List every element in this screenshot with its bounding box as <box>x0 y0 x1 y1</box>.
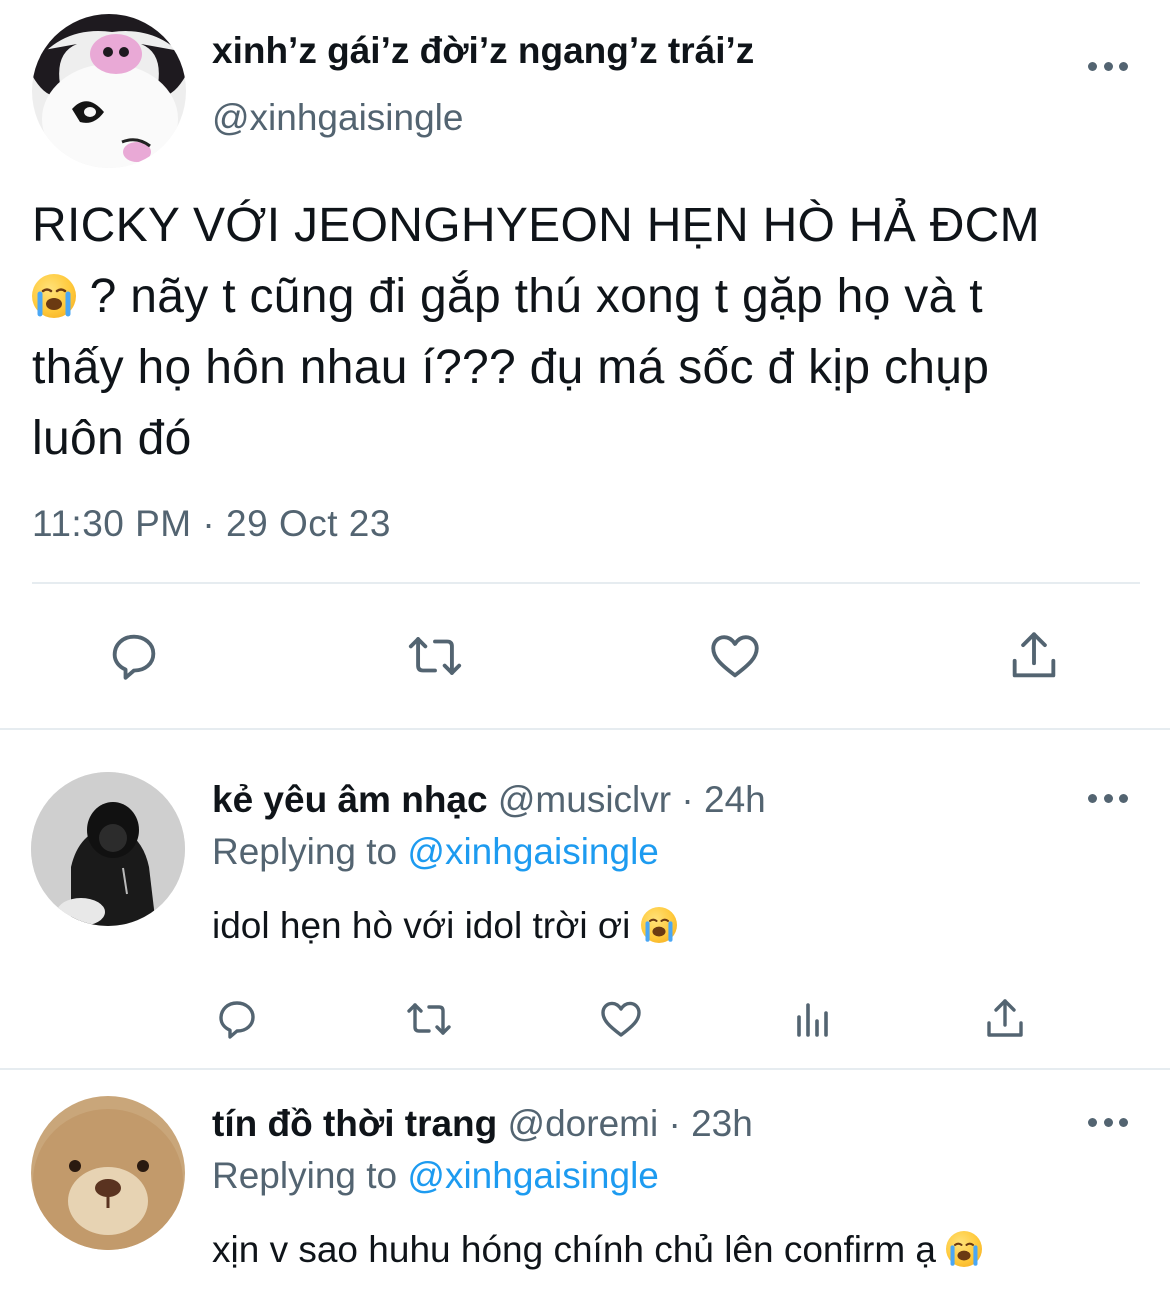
author-handle[interactable]: @xinhgaisingle <box>212 97 463 139</box>
heart-icon[interactable] <box>595 994 647 1044</box>
comment-icon[interactable] <box>104 626 164 686</box>
reply-avatar[interactable] <box>31 772 185 926</box>
reply-display-name[interactable]: kẻ yêu âm nhạc <box>212 779 488 820</box>
tweet-timestamp[interactable]: 11:30 PM · 29 Oct 23 <box>32 503 391 545</box>
author-display-name[interactable]: xinh’z gái’z đời’z ngang’z trái’z <box>212 30 754 72</box>
replying-to-label: Replying to <box>212 831 408 872</box>
share-icon[interactable] <box>1004 626 1064 686</box>
retweet-icon[interactable] <box>403 626 467 686</box>
replying-to: Replying to @xinhgaisingle <box>212 1155 659 1197</box>
loudly-crying-face-icon <box>640 907 677 943</box>
divider <box>32 582 1140 584</box>
loudly-crying-face-icon <box>946 1231 983 1267</box>
tweet-text-line: ? nãy t cũng đi gắp thú xong t gặp họ và… <box>32 261 1142 332</box>
tweet-text-segment: ? nãy t cũng đi gắp thú xong t gặp họ và… <box>76 270 983 323</box>
reply-header: tín đồ thời trang @doremi · 23h <box>212 1103 753 1145</box>
reply-handle[interactable]: @musiclvr <box>498 779 671 820</box>
more-dots-icon[interactable] <box>1088 58 1128 74</box>
heart-icon[interactable] <box>704 626 766 686</box>
divider <box>0 728 1170 730</box>
share-icon[interactable] <box>980 994 1030 1044</box>
reply-text: xịn v sao huhu hóng chính chủ lên confir… <box>212 1229 983 1271</box>
comment-icon[interactable] <box>212 994 262 1044</box>
replying-to-handle[interactable]: @xinhgaisingle <box>407 831 658 872</box>
retweet-icon[interactable] <box>402 994 456 1044</box>
reply-time[interactable]: · 24h <box>681 779 765 820</box>
tweet-text-line: thấy họ hôn nhau í??? đụ má sốc đ kịp ch… <box>32 341 990 394</box>
reply-header: kẻ yêu âm nhạc @musiclvr · 24h <box>212 779 766 821</box>
reply-text-content: idol hẹn hò với idol trời ơi <box>212 905 641 946</box>
analytics-icon[interactable] <box>788 994 838 1044</box>
replying-to-handle[interactable]: @xinhgaisingle <box>407 1155 658 1196</box>
reply-text-content: xịn v sao huhu hóng chính chủ lên confir… <box>212 1229 947 1270</box>
reply-text: idol hẹn hò với idol trời ơi <box>212 905 677 947</box>
replying-to-label: Replying to <box>212 1155 408 1196</box>
tweet-text: RICKY VỚI JEONGHYEON HẸN HÒ HẢ ĐCM ? nãy… <box>32 190 1142 474</box>
reply-handle[interactable]: @doremi <box>508 1103 659 1144</box>
author-avatar[interactable] <box>32 14 186 168</box>
loudly-crying-face-icon <box>32 274 76 318</box>
reply-time[interactable]: · 23h <box>668 1103 752 1144</box>
more-dots-icon[interactable] <box>1088 1114 1128 1130</box>
divider <box>0 1068 1170 1070</box>
more-dots-icon[interactable] <box>1088 790 1128 806</box>
tweet-text-line: luôn đó <box>32 412 192 465</box>
reply-display-name[interactable]: tín đồ thời trang <box>212 1103 497 1144</box>
reply-avatar[interactable] <box>31 1096 185 1250</box>
tweet-text-line: RICKY VỚI JEONGHYEON HẸN HÒ HẢ ĐCM <box>32 199 1040 252</box>
replying-to: Replying to @xinhgaisingle <box>212 831 659 873</box>
